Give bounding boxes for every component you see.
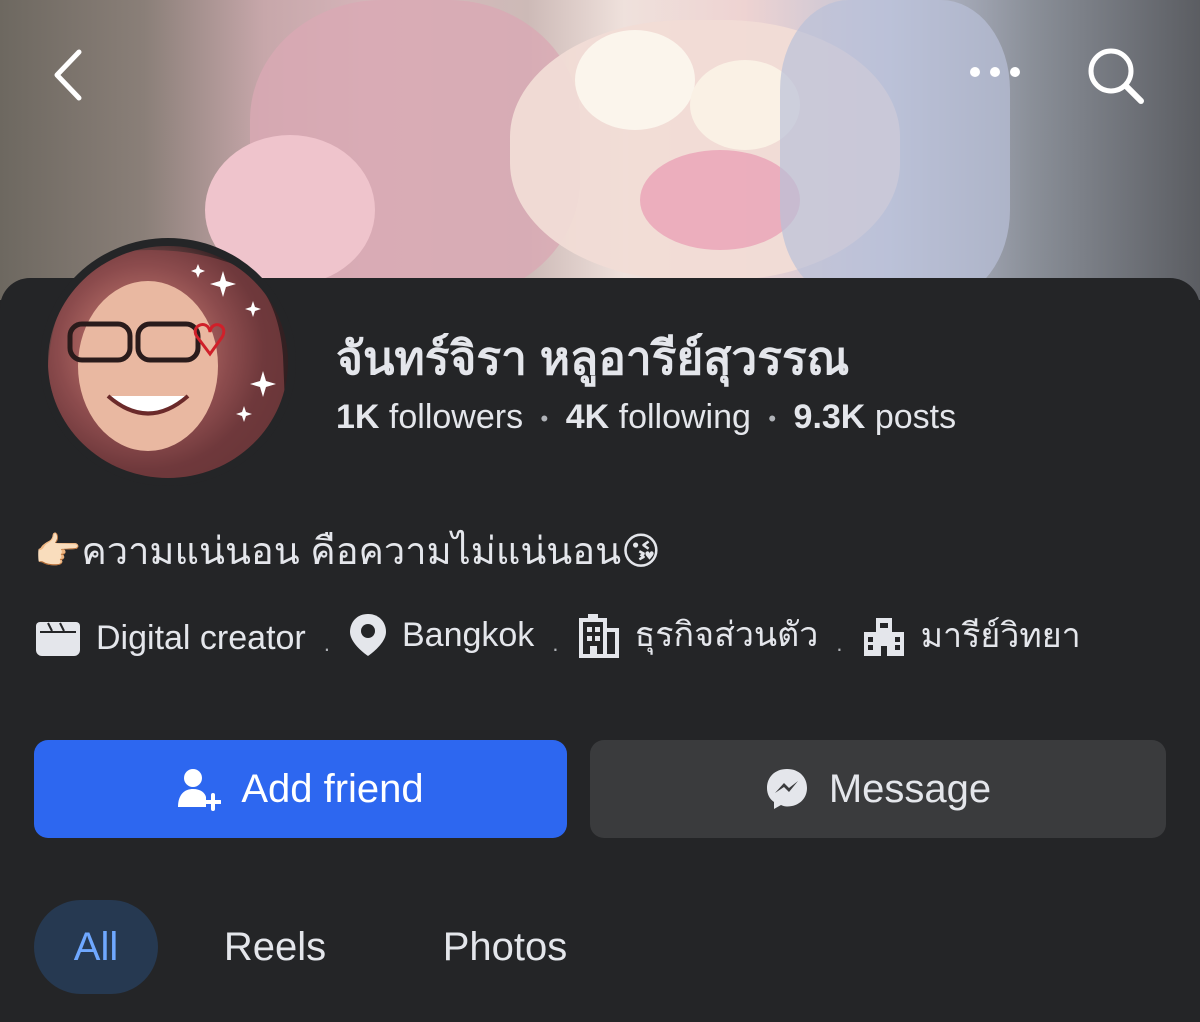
- location-pin-icon: [349, 614, 386, 656]
- posts-label: posts: [874, 398, 957, 436]
- followers-label: followers: [388, 398, 524, 436]
- back-button[interactable]: [40, 40, 96, 110]
- search-button[interactable]: [1080, 40, 1152, 112]
- message-label: Message: [828, 766, 992, 811]
- chevron-left-icon: [54, 49, 82, 101]
- profile-name: จันทร์จิรา หลูอารีย์สุวรรณ: [336, 332, 850, 384]
- tab-photos[interactable]: Photos: [410, 900, 600, 994]
- separator-dot: ·: [551, 636, 560, 662]
- detail-school[interactable]: มารีย์วิทยา: [861, 611, 1081, 661]
- separator-dot: ·: [835, 636, 844, 662]
- pointing-hand-emoji: 👉🏻: [34, 531, 82, 573]
- avatar-photo: [48, 246, 288, 478]
- following-label: following: [618, 398, 751, 436]
- separator-dot: ·: [323, 636, 331, 662]
- detail-category: Digital creator: [34, 613, 306, 663]
- search-icon: [1088, 48, 1144, 104]
- posts-count: 9.3K: [793, 398, 866, 436]
- messenger-icon: [766, 769, 807, 809]
- separator-dot: •: [540, 406, 549, 432]
- following-count: 4K: [565, 398, 610, 436]
- posts-stat[interactable]: 9.3K posts: [794, 398, 957, 436]
- briefcase-building-icon: [578, 614, 619, 658]
- profile-stats: 1K followers • 4K following • 9.3K posts: [336, 398, 956, 437]
- profile-bio: 👉🏻ความแน่นอน คือความไม่แน่นอน😘: [34, 520, 661, 581]
- bio-text: ความแน่นอน คือความไม่แน่นอน: [81, 531, 622, 573]
- following-stat[interactable]: 4K following: [566, 398, 751, 436]
- workplace-label: ธุรกิจส่วนตัว: [634, 616, 819, 654]
- add-friend-button[interactable]: Add friend: [34, 740, 567, 838]
- followers-stat[interactable]: 1K followers: [336, 398, 523, 436]
- tab-all[interactable]: All: [34, 900, 158, 994]
- tab-reels[interactable]: Reels: [200, 900, 350, 994]
- clapperboard-icon: [36, 622, 80, 656]
- kiss-emoji: 😘: [621, 531, 661, 573]
- location-label: Bangkok: [401, 616, 535, 654]
- profile-avatar[interactable]: [40, 238, 296, 486]
- add-person-icon: [178, 769, 222, 811]
- followers-count: 1K: [336, 398, 380, 436]
- detail-workplace[interactable]: ธุรกิจส่วนตัว: [577, 610, 819, 660]
- message-button[interactable]: Message: [590, 740, 1166, 838]
- profile-details: Digital creator · Bangkok · ธุรกิจส่วนตั…: [34, 610, 1164, 674]
- separator-dot: •: [768, 406, 777, 432]
- more-dots-icon: [970, 67, 1020, 77]
- detail-location[interactable]: Bangkok: [348, 610, 534, 660]
- school-building-icon: [863, 618, 904, 656]
- more-options-button[interactable]: [960, 52, 1030, 92]
- add-friend-label: Add friend: [241, 766, 424, 811]
- school-label: มารีย์วิทยา: [920, 617, 1081, 655]
- avatar-sparkles-icon: [48, 250, 288, 478]
- category-label: Digital creator: [96, 619, 306, 657]
